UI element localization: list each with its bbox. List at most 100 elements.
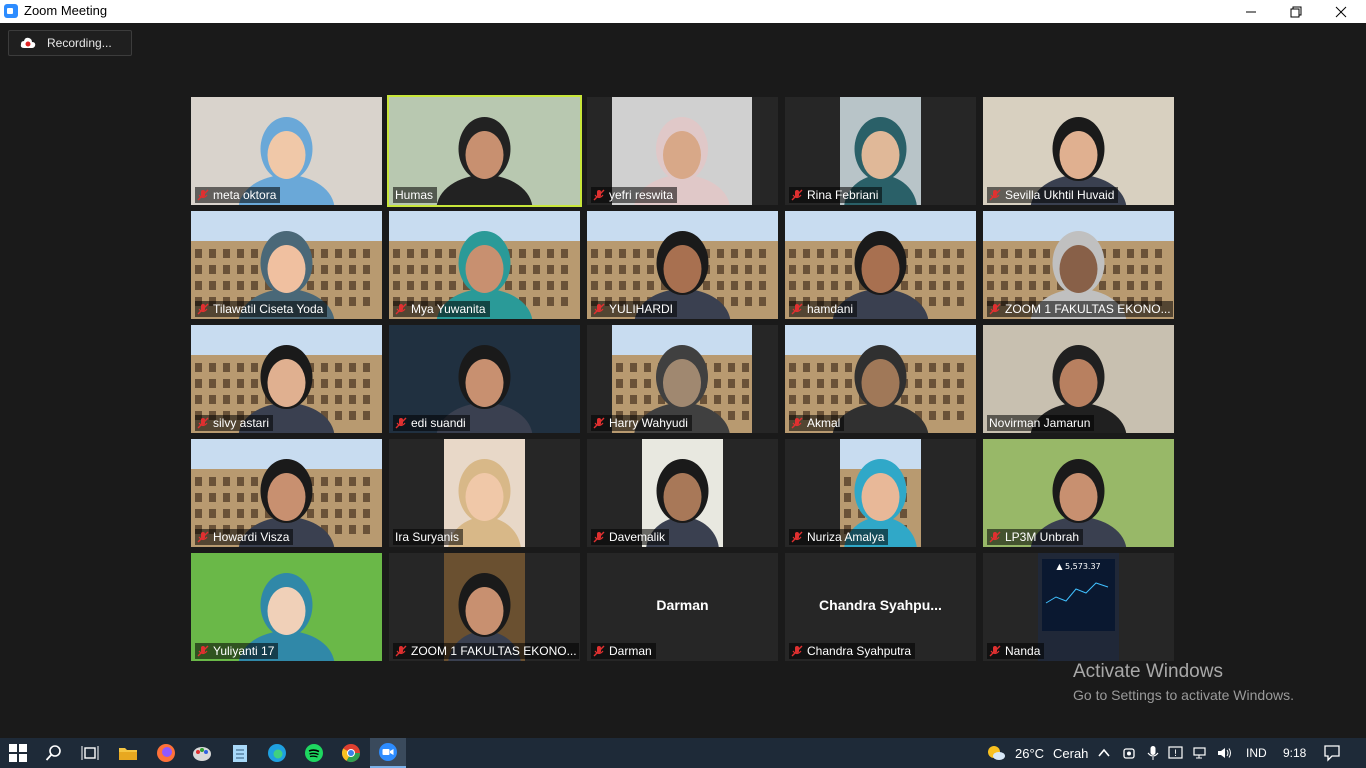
input-language[interactable]: IND [1246, 746, 1267, 760]
participant-name: meta oktora [213, 188, 277, 202]
muted-microphone-icon [593, 531, 605, 543]
partly-sunny-icon [988, 746, 1005, 760]
participant-name-label: Mya Yuwanita [393, 301, 490, 317]
chrome-icon [341, 744, 360, 763]
taskbar-firefox[interactable] [154, 741, 178, 765]
taskbar-chrome[interactable] [339, 741, 363, 765]
participant-tile[interactable]: Darman Darman [587, 553, 778, 661]
firefox-icon [157, 744, 175, 762]
muted-microphone-icon [989, 645, 1001, 657]
notepad-icon [233, 745, 247, 762]
muted-microphone-icon [395, 417, 407, 429]
participant-tile[interactable]: Humas [387, 95, 582, 207]
start-button[interactable] [6, 741, 30, 765]
edge-icon [268, 744, 286, 762]
participant-tile[interactable]: Akmal [785, 325, 976, 433]
close-icon [1335, 6, 1347, 17]
participant-name: ZOOM 1 FAKULTAS EKONO... [1005, 302, 1171, 316]
clock-time[interactable]: 9:18 [1283, 746, 1306, 760]
participant-tile[interactable]: LP3M Unbrah [983, 439, 1174, 547]
windows-taskbar: 26°C Cerah ! IND 9:18 [0, 738, 1366, 768]
folder-icon [119, 748, 137, 760]
weather-temperature[interactable]: 26°C [1015, 746, 1044, 761]
tray-network[interactable] [1191, 741, 1211, 765]
participant-tile[interactable]: Mya Yuwanita [389, 211, 580, 319]
taskbar-paint[interactable] [190, 741, 214, 765]
muted-microphone-icon [197, 189, 209, 201]
participant-tile[interactable]: silvy astari [191, 325, 382, 433]
network-icon [1193, 747, 1206, 759]
minimize-button[interactable] [1228, 0, 1274, 23]
weather-widget[interactable] [984, 741, 1008, 765]
recording-indicator[interactable]: Recording... [8, 30, 132, 56]
participant-tile[interactable]: Tilawatil Ciseta Yoda [191, 211, 382, 319]
participant-tile[interactable]: yefri reswita [587, 97, 778, 205]
taskbar-file-explorer[interactable] [116, 741, 140, 765]
tray-microphone[interactable] [1143, 741, 1163, 765]
participant-tile[interactable]: ▲ 5,573.37 Nanda [983, 553, 1174, 661]
participant-tile[interactable]: Rina Febriani [785, 97, 976, 205]
participant-name-label: Sevilla Ukhtil Huvaid [987, 187, 1119, 203]
chevron-up-icon [1098, 748, 1110, 757]
participant-name: Darman [609, 644, 652, 658]
participant-tile[interactable]: edi suandi [389, 325, 580, 433]
microphone-icon [1147, 746, 1159, 760]
taskbar-zoom[interactable] [370, 738, 406, 768]
participant-name-label: Howardi Visza [195, 529, 294, 545]
participant-name: Harry Wahyudi [609, 416, 688, 430]
window-title: Zoom Meeting [24, 3, 108, 18]
participant-name: Nanda [1005, 644, 1041, 658]
cloud-recording-icon [20, 37, 36, 48]
muted-microphone-icon [197, 645, 209, 657]
muted-microphone-icon [593, 189, 605, 201]
participant-name-label: silvy astari [195, 415, 274, 431]
tray-network-warning[interactable]: ! [1166, 741, 1186, 765]
participant-tile[interactable]: ZOOM 1 FAKULTAS EKONO... [389, 553, 580, 661]
muted-microphone-icon [593, 303, 605, 315]
participant-tile[interactable]: YULIHARDI [587, 211, 778, 319]
restore-button[interactable] [1273, 0, 1319, 23]
participant-tile[interactable]: meta oktora [191, 97, 382, 205]
participant-tile[interactable]: ZOOM 1 FAKULTAS EKONO... [983, 211, 1174, 319]
task-view-button[interactable] [78, 741, 102, 765]
tray-camera[interactable] [1119, 741, 1139, 765]
show-hidden-icons-button[interactable] [1094, 741, 1114, 765]
participant-name-label: Novirman Jamarun [987, 415, 1095, 431]
participant-tile[interactable]: Ira Suryanis [389, 439, 580, 547]
muted-microphone-icon [791, 303, 803, 315]
participant-name: Novirman Jamarun [989, 416, 1091, 430]
muted-microphone-icon [197, 417, 209, 429]
participant-name-label: Rina Febriani [789, 187, 883, 203]
participant-name: Chandra Syahputra [807, 644, 912, 658]
participant-tile[interactable]: Harry Wahyudi [587, 325, 778, 433]
tray-volume[interactable] [1215, 741, 1235, 765]
search-button[interactable] [42, 741, 66, 765]
notifications-button[interactable] [1320, 741, 1344, 765]
participant-tile[interactable]: hamdani [785, 211, 976, 319]
participant-tile[interactable]: Chandra Syahpu... Chandra Syahputra [785, 553, 976, 661]
activate-windows-subtitle: Go to Settings to activate Windows. [1073, 687, 1294, 703]
weather-condition[interactable]: Cerah [1053, 746, 1088, 761]
svg-text:!: ! [1174, 749, 1178, 759]
taskbar-notepad[interactable] [228, 741, 252, 765]
muted-microphone-icon [593, 645, 605, 657]
close-button[interactable] [1318, 0, 1364, 23]
participant-tile[interactable]: Novirman Jamarun [983, 325, 1174, 433]
muted-microphone-icon [395, 645, 407, 657]
taskbar-edge[interactable] [265, 741, 289, 765]
participant-tile[interactable]: Nuriza Amalya [785, 439, 976, 547]
camera-icon [1123, 748, 1135, 759]
speaker-icon [1218, 748, 1231, 758]
participant-name-label: Davemalik [591, 529, 670, 545]
participant-name-label: meta oktora [195, 187, 281, 203]
muted-microphone-icon [791, 531, 803, 543]
zoom-icon [379, 743, 397, 761]
taskbar-spotify[interactable] [302, 741, 326, 765]
participant-tile[interactable]: Howardi Visza [191, 439, 382, 547]
spotify-icon [305, 744, 323, 762]
participant-tile[interactable]: Davemalik [587, 439, 778, 547]
participant-tile[interactable]: Sevilla Ukhtil Huvaid [983, 97, 1174, 205]
participant-name-label: ZOOM 1 FAKULTAS EKONO... [987, 301, 1173, 317]
participant-tile[interactable]: Yuliyanti 17 [191, 553, 382, 661]
participant-name-label: Ira Suryanis [393, 529, 464, 545]
